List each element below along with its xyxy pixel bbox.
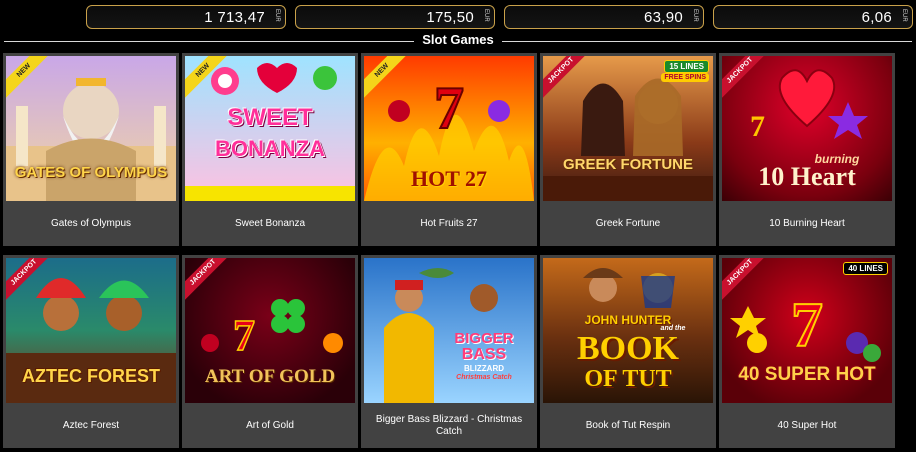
game-thumbnail[interactable]: JACKPOT AZTEC FOREST — [6, 258, 176, 403]
free-spins-badge: FREE SPINS — [661, 73, 709, 82]
game-logo-line3: BOOK — [576, 330, 680, 367]
game-thumbnail[interactable]: JOHN HUNTER and the BOOK OF TUT — [543, 258, 713, 403]
game-logo: HOT 27 — [410, 166, 487, 191]
game-thumbnail[interactable]: NEW SWEET BONANZA — [185, 56, 355, 201]
cherry-icon — [201, 334, 219, 352]
game-thumbnail[interactable]: 7 JACKPOT ART OF GOLD — [185, 258, 355, 403]
game-tile-40-super-hot[interactable]: 7 JACKPOT 40 LINES 40 SUPER HOT 40 Super… — [719, 255, 895, 448]
game-logo: 40 SUPER HOT — [738, 364, 876, 385]
fish-icon — [419, 268, 454, 278]
jackpot-counter-3[interactable]: 63,90 EUR — [504, 5, 704, 29]
euro-currency-icon: EUR — [692, 9, 698, 22]
section-title: Slot Games — [422, 32, 494, 47]
seven-icon: 7 — [233, 311, 255, 360]
seven-icon: 7 — [750, 110, 765, 143]
game-tile-hot-fruits-27[interactable]: 7 NEW HOT 27 Hot Fruits 27 — [361, 53, 537, 246]
euro-currency-icon: EUR — [483, 9, 489, 22]
game-tile-aztec-forest[interactable]: JACKPOT AZTEC FOREST Aztec Forest — [3, 255, 179, 448]
game-logo-line2: BASS — [461, 346, 507, 363]
jackpot-counter-4[interactable]: 6,06 EUR — [713, 5, 913, 29]
game-tile-bigger-bass-blizzard[interactable]: BIGGER BASS BLIZZARD Christmas Catch Big… — [361, 255, 537, 448]
game-name[interactable]: Greek Fortune — [544, 201, 712, 246]
game-logo: AZTEC FOREST — [22, 366, 160, 386]
game-tile-book-of-tut-respin[interactable]: JOHN HUNTER and the BOOK OF TUT Book of … — [540, 255, 716, 448]
game-tile-art-of-gold[interactable]: 7 JACKPOT ART OF GOLD Art of Gold — [182, 255, 358, 448]
game-logo-line1: SWEET — [227, 104, 313, 131]
jackpot-amount: 175,50 — [426, 8, 474, 26]
game-logo-line1: BIGGER — [454, 330, 514, 347]
game-name[interactable]: 10 Burning Heart — [723, 201, 891, 246]
game-thumbnail[interactable]: 7 JACKPOT 40 LINES 40 SUPER HOT — [722, 258, 892, 403]
game-tile-gates-of-olympus[interactable]: NEW GATES OF OLYMPUS Gates of Olympus — [3, 53, 179, 246]
game-tile-greek-fortune[interactable]: JACKPOT 15 LINES FREE SPINS GREEK FORTUN… — [540, 53, 716, 246]
game-name[interactable]: Aztec Forest — [7, 403, 175, 448]
jackpot-counter-2[interactable]: 175,50 EUR — [295, 5, 495, 29]
heart-icon — [778, 69, 836, 128]
euro-currency-icon: EUR — [901, 9, 907, 22]
section-header: Slot Games — [0, 31, 916, 49]
jackpot-amount: 6,06 — [861, 8, 892, 26]
game-thumbnail[interactable]: BIGGER BASS BLIZZARD Christmas Catch — [364, 258, 534, 403]
game-name[interactable]: Book of Tut Respin — [544, 403, 712, 448]
game-thumbnail[interactable]: NEW GATES OF OLYMPUS — [6, 56, 176, 201]
divider-right — [502, 41, 912, 42]
game-logo-line2: BONANZA — [215, 136, 325, 161]
divider-left — [4, 41, 414, 42]
euro-currency-icon: EUR — [274, 9, 280, 22]
jackpot-amount: 63,90 — [643, 8, 683, 26]
game-logo-line4: Christmas Catch — [456, 374, 512, 381]
jackpot-amount: 1 713,47 — [204, 8, 265, 26]
lines-badge: 40 LINES — [843, 262, 888, 275]
jackpot-bar: 1 713,47 EUR 175,50 EUR 63,90 EUR 6,06 E… — [86, 5, 916, 29]
game-logo-line3: BLIZZARD — [464, 364, 504, 373]
game-name[interactable]: Bigger Bass Blizzard - Christmas Catch — [365, 403, 533, 448]
clover-icon — [271, 299, 305, 333]
game-thumbnail[interactable]: 7 NEW HOT 27 — [364, 56, 534, 201]
game-thumbnail[interactable]: JACKPOT 15 LINES FREE SPINS GREEK FORTUN… — [543, 56, 713, 201]
game-tile-sweet-bonanza[interactable]: NEW SWEET BONANZA Sweet Bonanza — [182, 53, 358, 246]
game-name[interactable]: Art of Gold — [186, 403, 354, 448]
game-logo-line4: OF TUT — [584, 366, 672, 392]
jackpot-counter-1[interactable]: 1 713,47 EUR — [86, 5, 286, 29]
game-logo: ART OF GOLD — [204, 366, 336, 387]
game-name[interactable]: Hot Fruits 27 — [365, 201, 533, 246]
seven-icon: 7 — [791, 289, 823, 360]
game-name[interactable]: Gates of Olympus — [7, 201, 175, 246]
game-thumbnail[interactable]: 7 JACKPOT burning 10 Heart — [722, 56, 892, 201]
seven-icon: 7 — [434, 75, 464, 141]
game-name[interactable]: Sweet Bonanza — [186, 201, 354, 246]
game-name[interactable]: 40 Super Hot — [723, 403, 891, 448]
game-logo: GREEK FORTUNE — [562, 156, 693, 173]
game-logo-line2: 10 Heart — [758, 162, 856, 191]
game-logo: GATES OF OLYMPUS — [14, 164, 168, 181]
game-tile-10-burning-heart[interactable]: 7 JACKPOT burning 10 Heart 10 Burning He… — [719, 53, 895, 246]
lines-badge: 15 LINES — [664, 60, 709, 73]
